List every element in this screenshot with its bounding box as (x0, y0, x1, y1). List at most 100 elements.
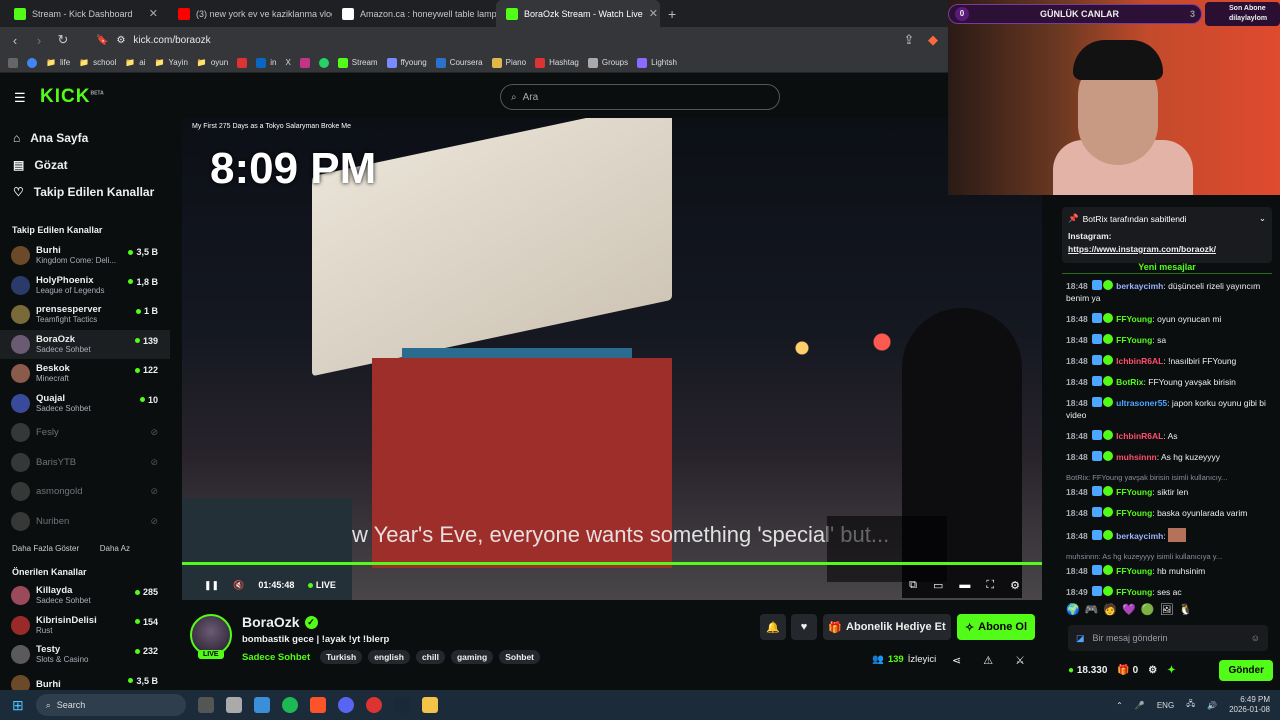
brave-shield-icon[interactable]: ◆ (926, 32, 940, 48)
bookmark-link[interactable]: Lightsh (637, 57, 677, 68)
streamer-name[interactable]: BoraOzk ✓ (242, 614, 318, 630)
video-player[interactable]: My First 275 Days as a Tokyo Salaryman B… (182, 118, 1042, 600)
chat-username[interactable]: berkaycimh (1116, 281, 1163, 291)
chat-username[interactable]: IchbinR6AL (1116, 356, 1163, 366)
volume-icon[interactable]: 🔊 (1207, 701, 1217, 710)
chat-message[interactable]: BotRix: FFYoung yavşak birisin isimli ku… (1066, 472, 1272, 498)
bookmark-link[interactable]: Groups (587, 57, 628, 68)
channel-item[interactable]: Burhi Kingdom Come: Deli... 3,5 B (0, 241, 170, 271)
notification-bell-button[interactable]: 🔔 (760, 614, 786, 640)
browser-tab[interactable]: Stream - Kick Dashboard ✕ (4, 0, 168, 27)
sidebar-item-following[interactable]: ♡ Takip Edilen Kanallar (0, 178, 170, 205)
channel-item[interactable]: Killayda Sadece Sohbet 285 (0, 581, 170, 611)
file-explorer-icon[interactable] (421, 697, 438, 713)
bookmark-icon[interactable] (237, 57, 248, 68)
search-input[interactable]: ⌕ Ara (500, 84, 780, 110)
chat-username[interactable]: IchbinR6AL (1116, 431, 1163, 441)
bookmark-link[interactable]: X (285, 58, 290, 67)
bookmark-link[interactable]: in (256, 57, 276, 68)
chat-username[interactable]: FFYoung (1116, 587, 1152, 597)
follow-button[interactable]: ♥ (791, 614, 817, 640)
sidebar-item-home[interactable]: ⌂ Ana Sayfa (0, 124, 170, 151)
tag[interactable]: chill (415, 650, 445, 664)
menu-icon[interactable]: ☰ (14, 90, 28, 106)
chevron-up-icon[interactable]: ⌃ (1116, 701, 1123, 710)
network-icon[interactable]: 🖧 (1186, 698, 1195, 712)
back-icon[interactable]: ‹ (8, 33, 22, 48)
bookmark-link[interactable]: ffyoung (386, 57, 427, 68)
share-icon[interactable]: ⋖ (952, 654, 961, 667)
chat-message[interactable]: 18:48 FFYoung: baska oyunlarada varim (1066, 507, 1272, 519)
share-icon[interactable]: ⇪ (902, 32, 916, 48)
category-link[interactable]: Sadece Sohbet (242, 652, 310, 663)
chat-username[interactable]: FFYoung (1116, 314, 1152, 324)
browser-tab[interactable]: (3) new york ev ve kaziklanma vlogu✕ (168, 0, 332, 27)
brave-icon[interactable] (309, 697, 326, 713)
app-icon[interactable] (225, 697, 242, 713)
chat-username[interactable]: berkaycimh (1116, 531, 1163, 541)
tag[interactable]: Turkish (320, 650, 363, 664)
bookmark-folder[interactable]: 📁 oyun (197, 58, 228, 67)
emote-icon[interactable]: 🖼 (1160, 603, 1174, 616)
show-less-button[interactable]: Daha Az (100, 544, 130, 553)
steam-icon[interactable] (393, 697, 410, 713)
emoji-icon[interactable]: ☺ (1251, 633, 1260, 643)
reload-icon[interactable]: ↻ (56, 32, 70, 48)
pause-icon[interactable]: ❚❚ (204, 580, 219, 591)
app-icon[interactable] (253, 697, 270, 713)
chat-message[interactable]: 18:49 FFYoung: ses ac (1066, 586, 1272, 598)
browser-tab-active[interactable]: BoraOzk Stream - Watch Live ✕ (496, 0, 660, 27)
report-icon[interactable]: ⚠ (983, 654, 993, 667)
sidebar-item-browse[interactable]: ▤ Gözat (0, 151, 170, 178)
chat-username[interactable]: FFYoung (1116, 335, 1152, 345)
chat-message[interactable]: 18:48 BotRix: FFYoung yavşak birisin (1066, 376, 1272, 388)
obs-icon[interactable] (365, 697, 382, 713)
channel-item[interactable]: BoraOzk Sadece Sohbet 139 (0, 329, 170, 359)
channel-item[interactable]: KibrisinDelisi Rust 154 (0, 611, 170, 641)
url-field[interactable]: 🔖 ⚙ kick.com/boraozk (96, 30, 726, 50)
chat-settings-icon[interactable]: ⚙ (1148, 665, 1157, 676)
windows-start-icon[interactable]: ⊞ (12, 697, 24, 714)
spotify-icon[interactable] (281, 697, 298, 713)
points-counter[interactable]: ● 18.330 (1068, 665, 1107, 676)
channel-item[interactable]: BarisYTB ⊘ (0, 448, 170, 478)
mod-icon[interactable]: ⚔ (1015, 654, 1025, 667)
send-button[interactable]: Gönder (1219, 660, 1273, 681)
forward-icon[interactable]: › (32, 33, 46, 48)
emote-icon[interactable]: 🎮 (1085, 603, 1099, 616)
channel-item[interactable]: Beskok Minecraft 122 (0, 359, 170, 389)
instagram-link[interactable]: https://www.instagram.com/boraozk/ (1068, 243, 1266, 256)
channel-item[interactable]: asmongold ⊘ (0, 477, 170, 507)
tag[interactable]: gaming (450, 650, 494, 664)
browser-tab[interactable]: Amazon.ca : honeywell table lamp✕ (332, 0, 496, 27)
video-progress-bar[interactable] (182, 562, 1042, 565)
language-indicator[interactable]: ENG (1157, 701, 1174, 710)
whatsapp-icon[interactable] (318, 57, 329, 68)
chat-username[interactable]: ultrasoner55 (1116, 398, 1167, 408)
site-info-icon[interactable]: ⚙ (116, 35, 125, 46)
chat-message[interactable]: muhsinnn: As hg kuzeyyyy isimli kullanıc… (1066, 551, 1272, 577)
bookmark-folder[interactable]: 📁 life (46, 58, 70, 67)
chat-username[interactable]: BotRix (1116, 377, 1143, 387)
chevron-down-icon[interactable]: ⌄ (1259, 213, 1266, 224)
chat-message[interactable]: 18:48 FFYoung: sa (1066, 334, 1272, 346)
emote-icon[interactable]: 🟢 (1141, 603, 1155, 616)
fullscreen-icon[interactable]: ⛶ (986, 579, 994, 592)
task-view-icon[interactable] (197, 697, 214, 713)
bookmark-folder[interactable]: 📁 ai (125, 58, 145, 67)
discord-icon[interactable] (337, 697, 354, 713)
gift-subscription-button[interactable]: 🎁 Abonelik Hediye Et (823, 614, 951, 640)
chat-message[interactable]: 18:48 berkaycimh: (1066, 528, 1272, 542)
chat-username[interactable]: muhsinnn (1116, 452, 1157, 462)
channel-item[interactable]: HolyPhoenix League of Legends 1,8 B (0, 271, 170, 301)
chat-message[interactable]: 18:48 IchbinR6AL: !nasılbiri FFYoung (1066, 355, 1272, 367)
bookmark-link[interactable]: Hashtag (535, 57, 579, 68)
bookmark-icon[interactable]: 🔖 (96, 35, 108, 46)
channel-item[interactable]: Nuriben ⊘ (0, 507, 170, 537)
new-tab-icon[interactable]: + (660, 6, 676, 22)
settings-icon[interactable]: ⚙ (1010, 579, 1020, 592)
channel-item[interactable]: Quajal Sadece Sohbet 10 (0, 389, 170, 419)
google-icon[interactable] (27, 57, 37, 68)
microphone-icon[interactable]: 🎤 (1135, 701, 1145, 710)
chat-username[interactable]: FFYoung (1116, 508, 1152, 518)
